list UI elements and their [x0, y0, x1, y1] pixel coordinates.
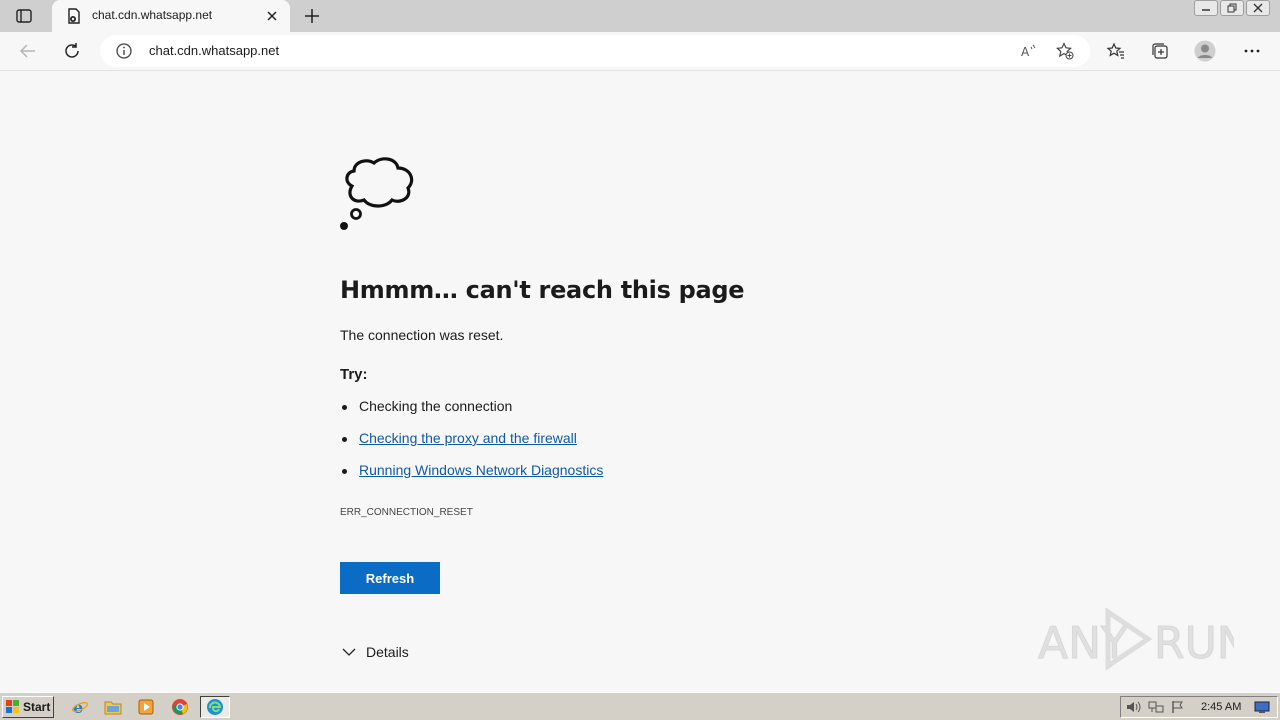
folder-icon [104, 701, 122, 715]
show-desktop-button[interactable] [1253, 699, 1271, 715]
start-label: Start [23, 700, 51, 714]
tab-actions-button[interactable] [12, 6, 36, 26]
ie-icon: e [71, 698, 89, 716]
collections-icon [1152, 43, 1168, 59]
svg-text:A: A [1021, 45, 1030, 59]
tab-actions-icon [16, 9, 32, 23]
taskbar: Start e 2:45 AM [0, 692, 1280, 720]
bullet [342, 437, 347, 442]
taskbar-app-chrome[interactable] [167, 696, 193, 718]
favorites-button[interactable] [1105, 40, 1127, 62]
taskbar-clock[interactable]: 2:45 AM [1201, 701, 1241, 713]
tab-title: chat.cdn.whatsapp.net [92, 8, 213, 22]
page-favicon-icon [68, 8, 80, 24]
favorites-icon [1107, 42, 1124, 59]
restore-icon [1227, 3, 1237, 13]
minimize-icon [1202, 9, 1210, 11]
list-item: Running Windows Network Diagnostics [340, 462, 603, 494]
chevron-down-icon [342, 648, 356, 656]
back-button[interactable] [17, 40, 39, 62]
volume-icon [1127, 701, 1141, 713]
reload-button[interactable] [61, 40, 83, 62]
network-icon [1148, 701, 1164, 713]
list-item: Checking the proxy and the firewall [340, 430, 603, 462]
svg-text:RUN: RUN [1154, 618, 1234, 669]
system-tray: 2:45 AM [1120, 696, 1278, 718]
error-description: The connection was reset. [340, 327, 504, 343]
profile-button[interactable] [1194, 40, 1216, 62]
taskbar-app-edge[interactable] [200, 696, 230, 718]
reload-icon [65, 43, 79, 58]
restore-button[interactable] [1220, 0, 1244, 16]
details-label: Details [366, 644, 409, 660]
address-url[interactable]: chat.cdn.whatsapp.net [149, 43, 279, 58]
taskbar-app-explorer[interactable] [100, 696, 126, 718]
read-aloud-icon[interactable]: A [1020, 42, 1038, 60]
page-title: Hmmm… can't reach this page [340, 276, 745, 304]
error-code: ERR_CONNECTION_RESET [340, 507, 473, 518]
edge-icon [207, 699, 223, 715]
tab-strip: chat.cdn.whatsapp.net [0, 0, 1280, 32]
back-arrow-icon [19, 44, 35, 58]
minimize-button[interactable] [1194, 0, 1218, 16]
add-favorite-icon[interactable] [1056, 42, 1074, 60]
anyrun-watermark-logo: ANY RUN [1038, 607, 1234, 671]
close-tab-icon[interactable] [264, 8, 280, 24]
close-icon [1253, 3, 1263, 13]
thought-cloud-icon [340, 157, 414, 230]
more-options-icon [1244, 49, 1260, 53]
media-player-icon [138, 699, 154, 715]
site-info-icon[interactable] [116, 43, 132, 59]
collections-button[interactable] [1149, 40, 1171, 62]
browser-tab[interactable]: chat.cdn.whatsapp.net [52, 0, 290, 32]
proxy-firewall-link[interactable]: Checking the proxy and the firewall [359, 430, 577, 446]
window-controls [1194, 0, 1270, 18]
taskbar-app-ie[interactable]: e [67, 696, 93, 718]
suggestion-list: Checking the connection Checking the pro… [340, 398, 603, 494]
windows-logo-icon [6, 700, 19, 713]
chrome-icon [172, 699, 188, 715]
volume-tray-button[interactable] [1125, 699, 1143, 715]
browser-toolbar: chat.cdn.whatsapp.net A [0, 32, 1280, 71]
profile-avatar-icon [1194, 40, 1216, 62]
suggestion-text: Checking the connection [359, 398, 513, 414]
bullet [342, 405, 347, 410]
try-heading: Try: [340, 366, 368, 383]
network-tray-button[interactable] [1147, 699, 1165, 715]
flag-icon [1172, 701, 1183, 713]
list-item: Checking the connection [340, 398, 603, 430]
new-tab-icon[interactable] [302, 6, 322, 26]
taskbar-app-media-player[interactable] [133, 696, 159, 718]
details-toggle[interactable]: Details [342, 643, 409, 661]
action-center-tray-button[interactable] [1169, 699, 1187, 715]
address-bar[interactable]: chat.cdn.whatsapp.net A [100, 35, 1090, 67]
close-window-button[interactable] [1246, 0, 1270, 16]
refresh-button[interactable]: Refresh [340, 562, 440, 594]
start-button[interactable]: Start [2, 696, 54, 718]
desktop-icon [1254, 701, 1270, 713]
settings-menu-button[interactable] [1241, 40, 1263, 62]
bullet [342, 469, 347, 474]
network-diagnostics-link[interactable]: Running Windows Network Diagnostics [359, 462, 603, 478]
